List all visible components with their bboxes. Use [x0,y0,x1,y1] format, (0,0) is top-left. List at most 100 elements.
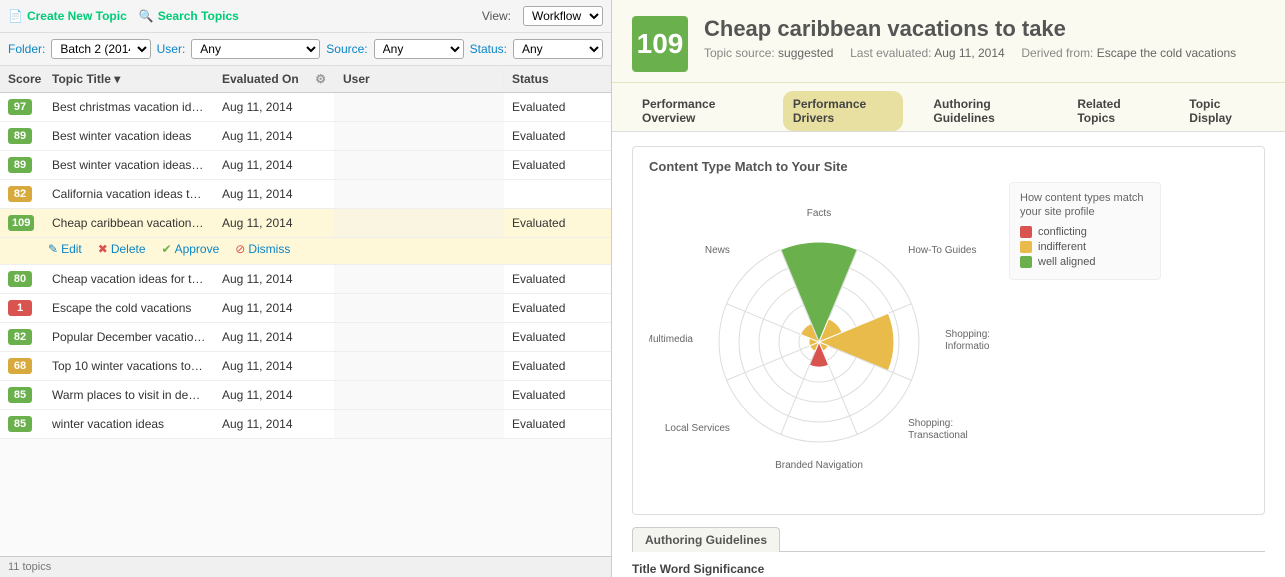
source-label: Source: [326,42,367,56]
row-status: Evaluated [504,210,611,236]
authoring-tab[interactable]: Authoring Guidelines [632,527,780,552]
table-row[interactable]: 85winter vacation ideasAug 11, 2014Evalu… [0,410,611,439]
table-body: 97Best christmas vacation ideasAug 11, 2… [0,93,611,556]
row-status: Evaluated [504,382,611,408]
row-user [334,410,504,438]
edit-button[interactable]: ✎Edit [48,242,82,256]
score-badge: 89 [8,128,32,144]
row-user [334,294,504,322]
tab-performance-overview[interactable]: Performance Overview [632,91,763,131]
row-title: Top 10 winter vacations to get … [44,353,214,379]
col-evaluated[interactable]: Evaluated On⚙ [214,66,334,92]
tab-authoring-guidelines[interactable]: Authoring Guidelines [923,91,1047,131]
row-user [334,352,504,380]
table-row[interactable]: 97Best christmas vacation ideasAug 11, 2… [0,93,611,122]
status-select[interactable]: Any [513,39,603,59]
svg-text:Branded Navigation: Branded Navigation [775,460,863,471]
score-badge: 85 [8,387,32,403]
table-row[interactable]: 1Escape the cold vacationsAug 11, 2014Ev… [0,294,611,323]
row-user [334,381,504,409]
table-row[interactable]: 82 Popular December vacation id…Aug 11, 2… [0,323,611,352]
search-icon: 🔍 [139,9,154,23]
tab-related-topics[interactable]: Related Topics [1067,91,1159,131]
row-user [334,122,504,150]
delete-button[interactable]: ✖Delete [98,242,146,256]
pencil-icon: ✎ [48,242,58,256]
table-row[interactable]: 89Best winter vacation ideas for …Aug 11… [0,151,611,180]
detail-score-badge: 109 [632,16,688,72]
row-title: Popular December vacation id… [44,324,214,350]
svg-text:Shopping:: Shopping: [945,329,989,340]
row-status: Evaluated [504,353,611,379]
svg-text:Facts: Facts [807,208,831,219]
search-topics-button[interactable]: 🔍 Search Topics [139,9,239,23]
svg-text:Informational: Informational [945,341,989,352]
row-date: Aug 11, 2014 [214,123,334,149]
row-status: Evaluated [504,152,611,178]
row-date: Aug 11, 2014 [214,266,334,292]
row-title: Best winter vacation ideas for … [44,152,214,178]
row-user [334,209,504,237]
gear-icon[interactable]: ⚙ [315,72,326,86]
chart-card: Content Type Match to Your Site FactsHow… [632,146,1265,515]
detail-title: Cheap caribbean vacations to take [704,16,1236,42]
row-user [334,93,504,121]
table-row[interactable]: 80 Cheap vacation ideas for the …Aug 11, … [0,265,611,294]
folder-select[interactable]: Batch 2 (2014-0 [51,39,150,59]
radar-chart: FactsHow-To GuidesShopping:Informational… [649,182,989,502]
swatch [1020,256,1032,268]
check-icon: ✔ [162,242,172,256]
svg-text:How-To Guides: How-To Guides [908,245,976,256]
user-label: User: [157,42,186,56]
tab-performance-drivers[interactable]: Performance Drivers [783,91,904,131]
row-user [334,323,504,351]
svg-text:Shopping:: Shopping: [908,418,953,429]
score-badge: 82 [8,329,32,345]
row-title: Cheap caribbean vacations to … [44,210,214,236]
table-row[interactable]: 109Cheap caribbean vacations to …Aug 11,… [0,209,611,238]
col-status[interactable]: Status [504,66,611,92]
score-badge: 80 [8,271,32,287]
row-status [504,188,611,200]
table-row[interactable]: 85Warm places to visit in decem…Aug 11, … [0,381,611,410]
authoring-section: Authoring Guidelines Title Word Signific… [632,527,1265,577]
swatch [1020,241,1032,253]
row-title: Cheap vacation ideas for the … [44,266,214,292]
row-title: California vacation ideas to thi… [44,181,214,207]
row-status: Evaluated [504,411,611,437]
row-date: Aug 11, 2014 [214,324,334,350]
sig-title: Title Word Significance [632,562,1265,576]
col-user[interactable]: User [334,66,504,92]
col-score[interactable]: Score [0,66,44,92]
filters-row: Folder: Batch 2 (2014-0 User: Any Source… [0,33,611,66]
folder-label: Folder: [8,42,45,56]
row-status: Evaluated [504,295,611,321]
table-header: Score Topic Title ▾ Evaluated On⚙ User S… [0,66,611,93]
dismiss-button[interactable]: ⊘Dismiss [235,242,290,256]
table-row[interactable]: 89Best winter vacation ideasAug 11, 2014… [0,122,611,151]
chart-legend: How content types match your site profil… [1009,182,1161,280]
score-badge: 68 [8,358,32,374]
col-title[interactable]: Topic Title ▾ [44,66,214,92]
row-date: Aug 11, 2014 [214,181,334,207]
approve-button[interactable]: ✔Approve [162,242,220,256]
tab-topic-display[interactable]: Topic Display [1179,91,1265,131]
score-badge: 109 [8,215,34,231]
row-user [334,180,504,208]
row-title: Escape the cold vacations [44,295,214,321]
row-user [334,265,504,293]
create-topic-button[interactable]: 📄 Create New Topic [8,9,127,23]
table-row[interactable]: 82California vacation ideas to thi…Aug 1… [0,180,611,209]
view-select[interactable]: Workflow [523,6,603,26]
row-date: Aug 11, 2014 [214,411,334,437]
table-row[interactable]: 68Top 10 winter vacations to get …Aug 11… [0,352,611,381]
detail-body: Content Type Match to Your Site FactsHow… [612,132,1285,577]
svg-text:News: News [705,245,730,256]
source-select[interactable]: Any [374,39,464,59]
swatch [1020,226,1032,238]
detail-header: 109 Cheap caribbean vacations to take To… [612,0,1285,83]
detail-panel: close 109 Cheap caribbean vacations to t… [612,0,1285,577]
row-user [334,151,504,179]
detail-tabs: Performance Overview Performance Drivers A… [612,83,1285,132]
user-select[interactable]: Any [191,39,320,59]
